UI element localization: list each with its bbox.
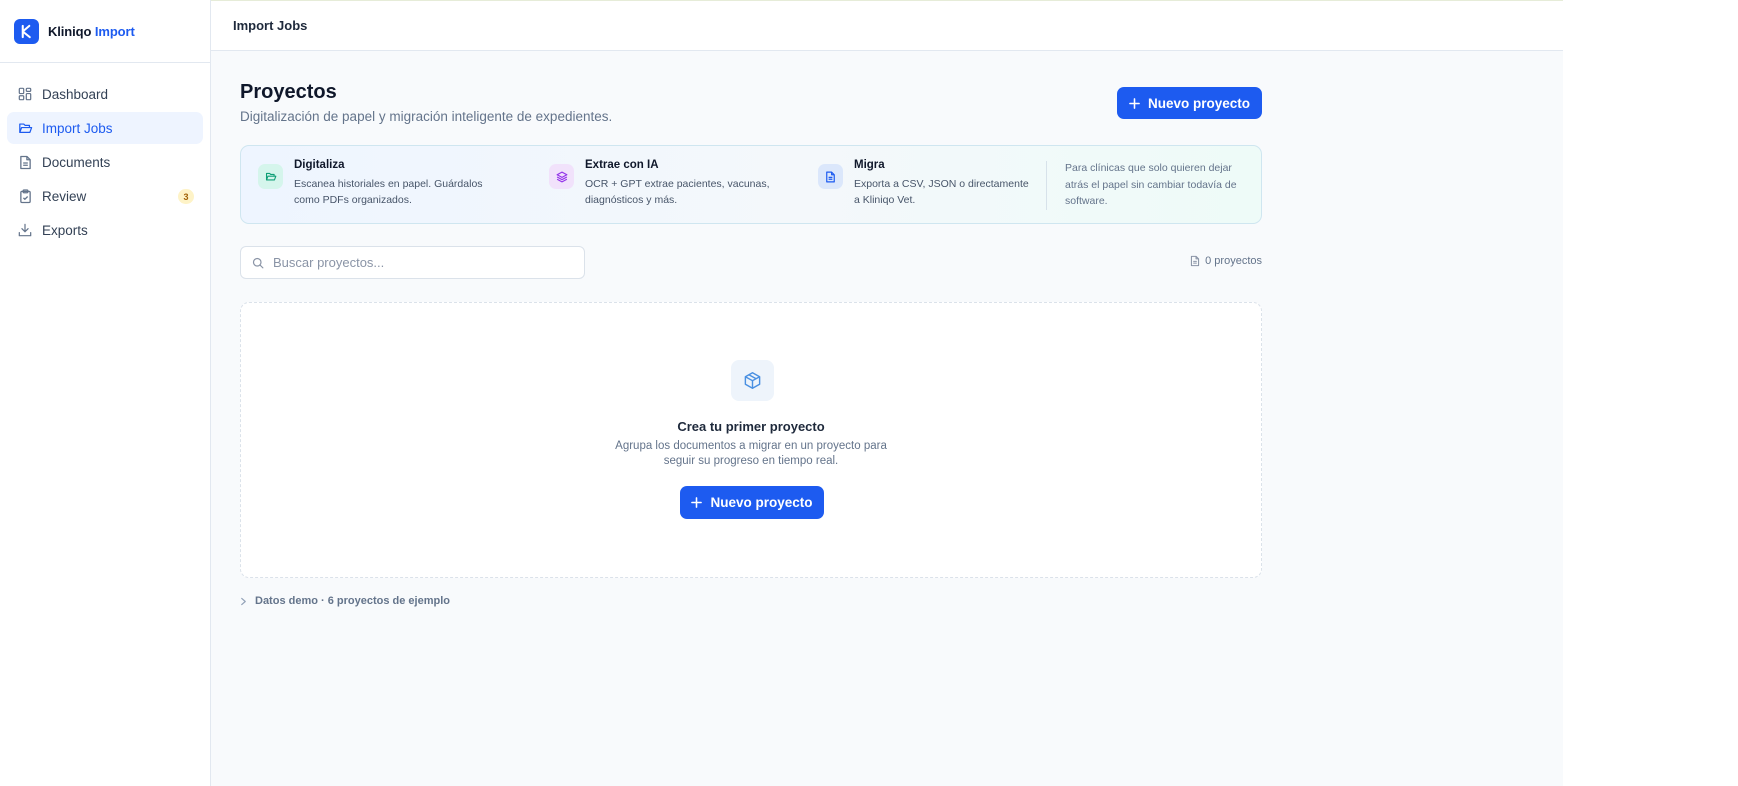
sidebar-item-label: Exports	[42, 222, 88, 238]
review-count-badge: 3	[178, 189, 194, 204]
clipboard-icon	[17, 188, 33, 204]
document-icon	[17, 154, 33, 170]
download-icon	[17, 222, 33, 238]
empty-state-button-label: Nuevo proyecto	[710, 495, 813, 510]
feature-digitaliza: Digitaliza Escanea historiales en papel.…	[258, 159, 499, 208]
new-project-button[interactable]: Nuevo proyecto	[1117, 87, 1262, 119]
features-note: Para clínicas que solo quieren dejar atr…	[1065, 162, 1237, 207]
feature-title: Migra	[854, 159, 885, 171]
blank-area	[1563, 0, 1738, 786]
plus-icon	[691, 497, 703, 508]
empty-state-title: Crea tu primer proyecto	[677, 419, 825, 434]
layers-icon	[549, 164, 574, 189]
plus-icon	[1129, 97, 1140, 109]
sidebar-nav: Dashboard Import Jobs Documents Review 3…	[0, 63, 210, 246]
sidebar: Kliniqo Import Dashboard Import Jobs Doc…	[0, 0, 211, 786]
chevron-right-icon	[241, 597, 246, 605]
empty-state-description: Agrupa los documentos a migrar en un pro…	[241, 439, 1261, 469]
sidebar-item-review[interactable]: Review 3	[7, 180, 203, 212]
empty-state-new-project-button[interactable]: Nuevo proyecto	[680, 486, 824, 519]
dashboard-icon	[17, 86, 33, 102]
sidebar-item-label: Review	[42, 188, 87, 204]
demo-data-toggle[interactable]: Datos demo · 6 proyectos de ejemplo	[240, 595, 450, 607]
feature-title: Digitaliza	[294, 159, 345, 171]
brand[interactable]: Kliniqo Import	[0, 0, 210, 63]
app-window: Kliniqo Import Dashboard Import Jobs Doc…	[0, 0, 1563, 786]
project-count: 0 proyectos	[1190, 255, 1262, 267]
topbar: Import Jobs	[211, 0, 1563, 51]
sidebar-item-import-jobs[interactable]: Import Jobs	[7, 112, 203, 144]
feature-desc: Exporta a CSV, JSON o directamente a Kli…	[854, 178, 1029, 206]
feature-extrae: Extrae con IA OCR + GPT extrae pacientes…	[549, 159, 790, 208]
sidebar-item-label: Import Jobs	[42, 120, 113, 136]
page-header: Proyectos Digitalización de papel y migr…	[240, 51, 1262, 146]
kliniqo-logo-icon	[14, 18, 39, 44]
search-input[interactable]	[273, 255, 573, 270]
page-title: Proyectos	[240, 81, 337, 103]
document-icon	[1191, 255, 1200, 267]
sidebar-item-label: Dashboard	[42, 86, 109, 102]
main-area: Import Jobs Proyectos Digitalización de …	[211, 0, 1563, 786]
sidebar-item-documents[interactable]: Documents	[7, 146, 203, 178]
topbar-title: Import Jobs	[233, 18, 308, 33]
sidebar-item-label: Documents	[42, 154, 111, 170]
demo-data-label: Datos demo · 6 proyectos de ejemplo	[255, 595, 450, 607]
folder-open-icon	[258, 164, 283, 189]
content: Proyectos Digitalización de papel y migr…	[240, 51, 1262, 607]
features-divider	[1046, 161, 1047, 210]
brand-name: Kliniqo Import	[48, 23, 135, 39]
sidebar-item-exports[interactable]: Exports	[7, 214, 203, 246]
new-project-button-label: Nuevo proyecto	[1147, 95, 1251, 111]
file-text-icon	[818, 164, 843, 189]
empty-state-desc-line: Agrupa los documentos a migrar en un pro…	[615, 440, 887, 452]
feature-migra: Migra Exporta a CSV, JSON o directamente…	[818, 159, 1032, 208]
feature-desc: OCR + GPT extrae pacientes, vacunas, dia…	[585, 178, 770, 206]
feature-desc: Escanea historiales en papel. Guárdalos …	[294, 178, 483, 206]
feature-title: Extrae con IA	[585, 159, 659, 171]
features-panel: Digitaliza Escanea historiales en papel.…	[240, 145, 1262, 224]
package-icon	[731, 360, 774, 401]
empty-state-desc-line: seguir su progreso en tiempo real.	[663, 455, 839, 467]
search-row: 0 proyectos	[240, 246, 1262, 280]
empty-state: Crea tu primer proyecto Agrupa los docum…	[240, 302, 1262, 578]
folder-open-icon	[17, 120, 33, 136]
project-count-label: 0 proyectos	[1205, 255, 1262, 267]
page-subtitle: Digitalización de papel y migración inte…	[240, 109, 613, 124]
search-icon	[252, 257, 264, 268]
sidebar-item-dashboard[interactable]: Dashboard	[7, 78, 203, 110]
search-box[interactable]	[240, 246, 585, 279]
